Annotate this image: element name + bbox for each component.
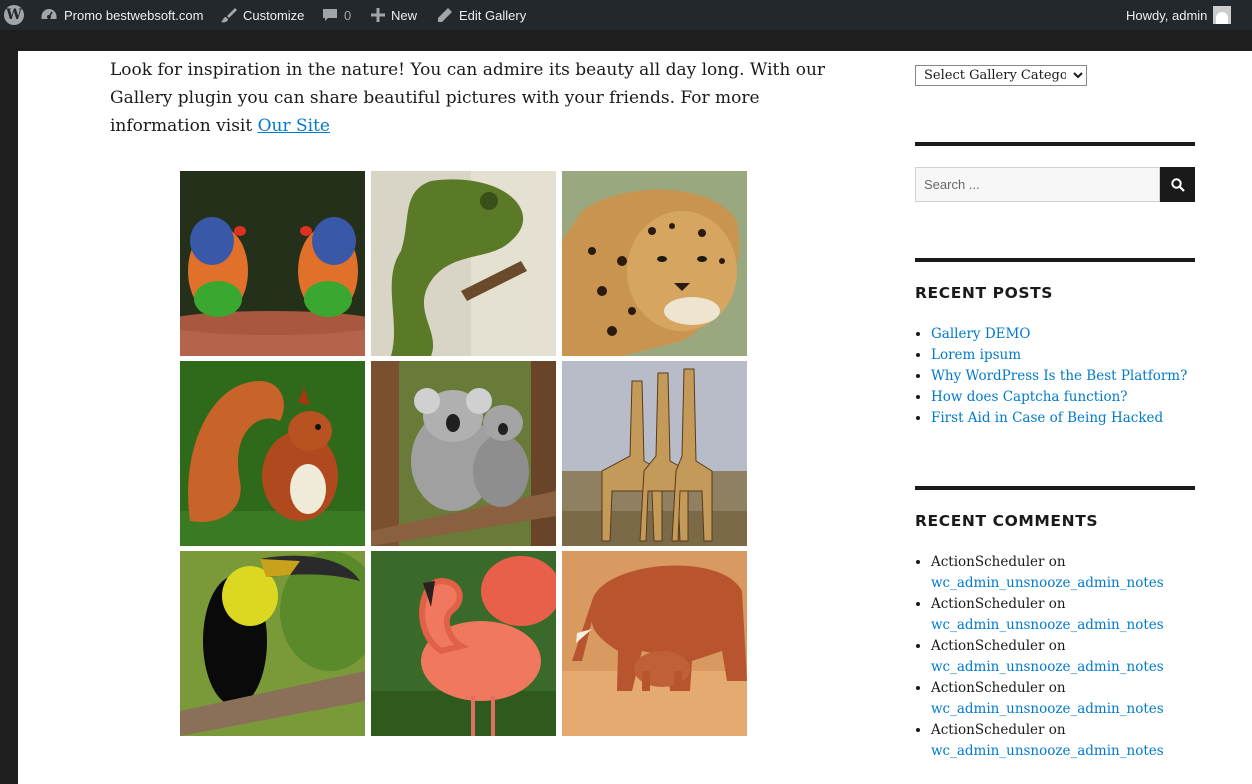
comment-on-label: on bbox=[1048, 596, 1066, 612]
recent-post-link[interactable]: Gallery DEMO bbox=[931, 326, 1030, 342]
recent-post-link[interactable]: How does Captcha function? bbox=[931, 389, 1128, 405]
gallery-thumb-flamingo[interactable] bbox=[371, 551, 556, 736]
comment-author: ActionScheduler bbox=[931, 722, 1045, 738]
comment-on-label: on bbox=[1048, 722, 1066, 738]
list-item: ActionScheduler on wc_admin_unsnooze_admi… bbox=[931, 636, 1164, 678]
gallery-thumb-toucan[interactable] bbox=[180, 551, 365, 736]
gallery-thumb-koalas[interactable] bbox=[371, 361, 556, 546]
brush-icon bbox=[221, 8, 237, 23]
edit-gallery-label: Edit Gallery bbox=[459, 7, 527, 23]
gallery-grid bbox=[180, 171, 747, 736]
gallery-thumb-giraffes[interactable] bbox=[562, 361, 747, 546]
list-item: ActionScheduler on wc_admin_unsnooze_admi… bbox=[931, 552, 1164, 594]
site-name-label: Promo bestwebsoft.com bbox=[64, 7, 204, 23]
site-name-link[interactable]: Promo bestwebsoft.com bbox=[40, 0, 203, 30]
list-item: ActionScheduler on wc_admin_unsnooze_admi… bbox=[931, 678, 1164, 720]
comment-on-label: on bbox=[1048, 638, 1066, 654]
comment-post-link[interactable]: wc_admin_unsnooze_admin_notes bbox=[931, 659, 1164, 675]
recent-posts-title: RECENT POSTS bbox=[915, 284, 1054, 302]
search-icon bbox=[1170, 177, 1185, 192]
recent-comments-title: RECENT COMMENTS bbox=[915, 512, 1099, 530]
recent-post-link[interactable]: Why WordPress Is the Best Platform? bbox=[931, 368, 1187, 384]
list-item: Lorem ipsum bbox=[931, 345, 1187, 366]
search-button[interactable] bbox=[1160, 167, 1195, 202]
gallery-thumb-squirrel[interactable] bbox=[180, 361, 365, 546]
customize-link[interactable]: Customize bbox=[221, 0, 304, 30]
recent-posts-list: Gallery DEMO Lorem ipsum Why WordPress Is … bbox=[931, 324, 1187, 429]
new-label: New bbox=[391, 7, 418, 23]
list-item: ActionScheduler on wc_admin_unsnooze_admi… bbox=[931, 720, 1164, 762]
comment-author: ActionScheduler bbox=[931, 596, 1045, 612]
customize-label: Customize bbox=[243, 7, 305, 23]
list-item: First Aid in Case of Being Hacked bbox=[931, 408, 1187, 429]
comment-post-link[interactable]: wc_admin_unsnooze_admin_notes bbox=[931, 743, 1164, 759]
wordpress-logo-icon[interactable]: W bbox=[4, 0, 24, 30]
recent-post-link[interactable]: First Aid in Case of Being Hacked bbox=[931, 410, 1163, 426]
gallery-category-select[interactable]: Select Gallery Category bbox=[915, 65, 1087, 86]
widget-divider bbox=[915, 486, 1195, 490]
comment-author: ActionScheduler bbox=[931, 638, 1045, 654]
search-input[interactable] bbox=[915, 167, 1160, 202]
dashboard-icon bbox=[41, 9, 57, 19]
avatar bbox=[1213, 6, 1232, 24]
widget-divider bbox=[915, 142, 1195, 146]
our-site-link[interactable]: Our Site bbox=[258, 116, 330, 136]
intro-text: Look for inspiration in the nature! You … bbox=[110, 60, 826, 136]
edit-gallery-link[interactable]: Edit Gallery bbox=[437, 0, 526, 30]
comment-author: ActionScheduler bbox=[931, 680, 1045, 696]
comments-link[interactable]: 0 bbox=[322, 0, 351, 30]
new-content-link[interactable]: New bbox=[371, 0, 417, 30]
comment-on-label: on bbox=[1048, 680, 1066, 696]
gallery-thumb-leopard[interactable] bbox=[562, 171, 747, 356]
admin-bar: W Promo bestwebsoft.com Customize 0 New … bbox=[0, 0, 1252, 30]
account-menu[interactable]: Howdy, admin bbox=[1126, 0, 1232, 30]
list-item: Why WordPress Is the Best Platform? bbox=[931, 366, 1187, 387]
list-item: ActionScheduler on wc_admin_unsnooze_admi… bbox=[931, 594, 1164, 636]
recent-post-link[interactable]: Lorem ipsum bbox=[931, 347, 1021, 363]
list-item: How does Captcha function? bbox=[931, 387, 1187, 408]
comment-author: ActionScheduler bbox=[931, 554, 1045, 570]
comment-post-link[interactable]: wc_admin_unsnooze_admin_notes bbox=[931, 701, 1164, 717]
comment-post-link[interactable]: wc_admin_unsnooze_admin_notes bbox=[931, 617, 1164, 633]
comments-count: 0 bbox=[344, 7, 352, 23]
greeting-label: Howdy, admin bbox=[1126, 7, 1208, 23]
gallery-thumb-parrots[interactable] bbox=[180, 171, 365, 356]
intro-paragraph: Look for inspiration in the nature! You … bbox=[110, 56, 830, 140]
plus-icon bbox=[371, 8, 385, 22]
comment-on-label: on bbox=[1048, 554, 1066, 570]
recent-comments-list: ActionScheduler on wc_admin_unsnooze_admi… bbox=[931, 552, 1164, 762]
comment-post-link[interactable]: wc_admin_unsnooze_admin_notes bbox=[931, 575, 1164, 591]
comment-bubble-icon bbox=[323, 9, 337, 21]
gallery-thumb-chameleon[interactable] bbox=[371, 171, 556, 356]
pencil-icon bbox=[438, 8, 452, 22]
widget-divider bbox=[915, 258, 1195, 262]
gallery-thumb-elephants[interactable] bbox=[562, 551, 747, 736]
list-item: Gallery DEMO bbox=[931, 324, 1187, 345]
